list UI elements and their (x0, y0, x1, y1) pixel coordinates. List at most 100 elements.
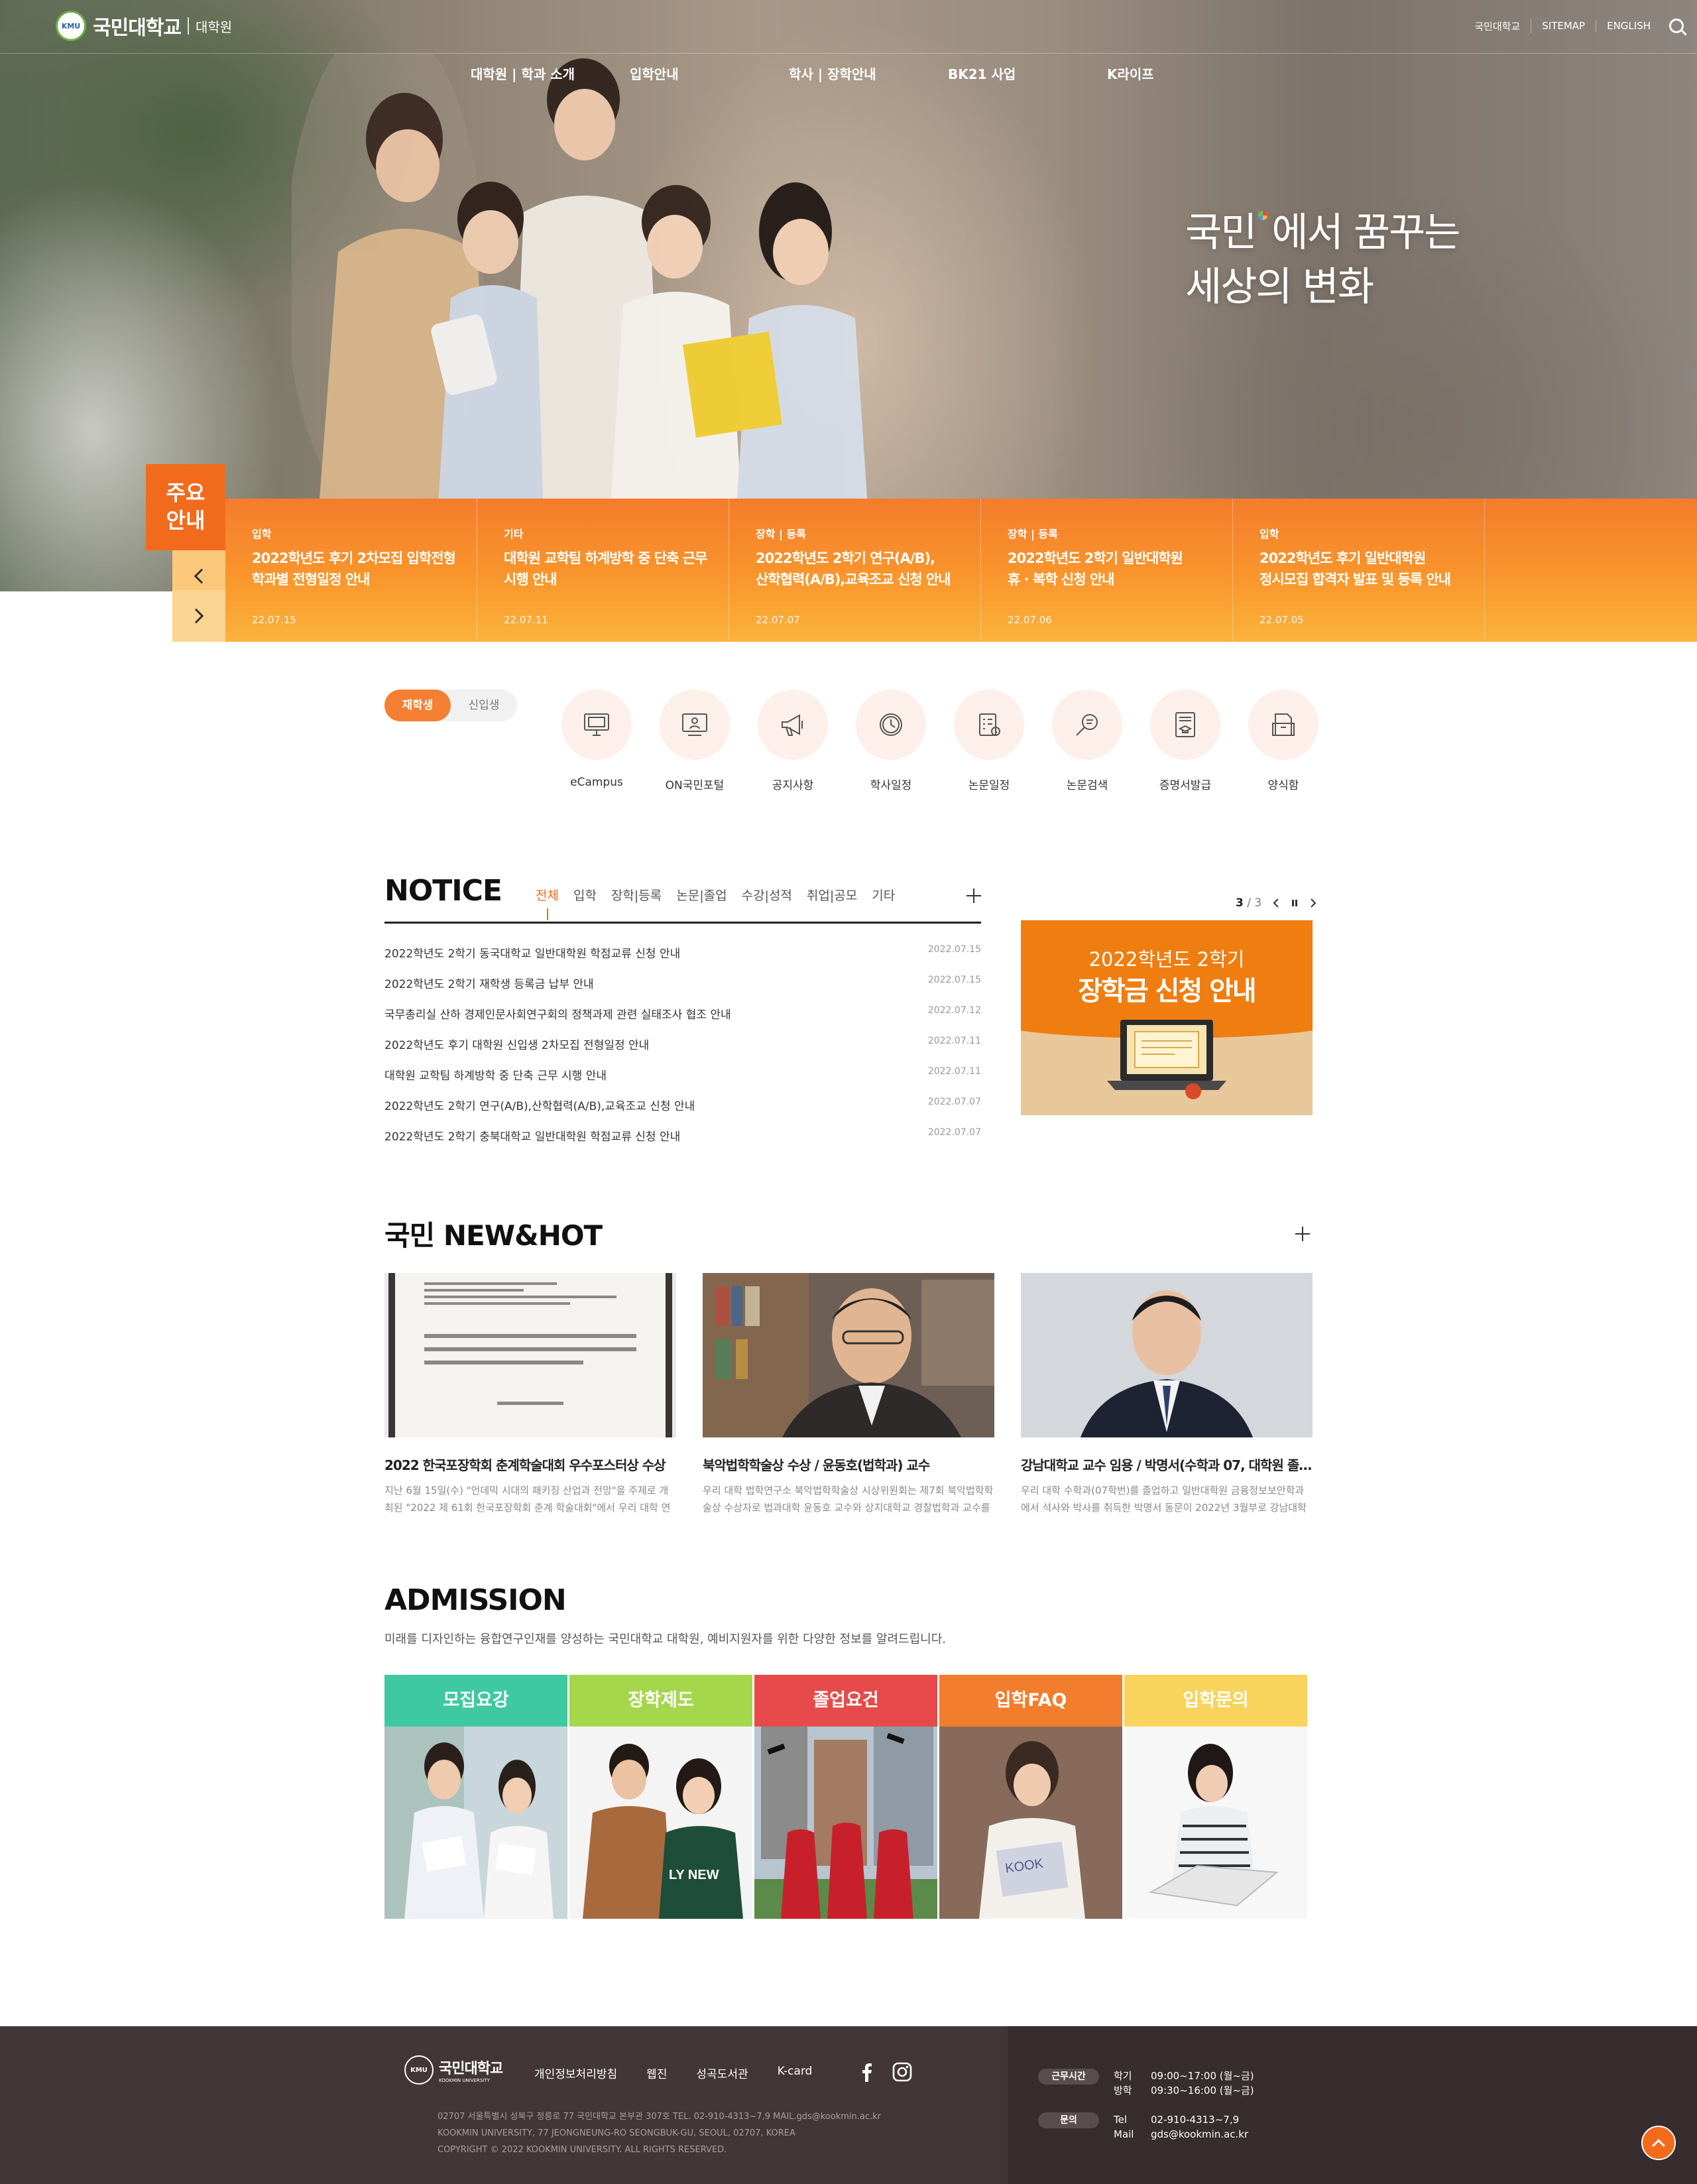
key-notice-next-button[interactable] (172, 590, 225, 642)
key-notice-title-line: 2022학년도 후기 2차모집 입학전형 (252, 550, 456, 566)
key-notice-item[interactable]: 입학 2022학년도 후기 일반대학원 정시모집 합격자 발표 및 등록 안내 2… (1233, 499, 1485, 642)
key-notice-date: 22.07.15 (252, 614, 296, 626)
admission-recruitment[interactable]: 모집요강 (384, 1675, 567, 1919)
quick-item-certificate[interactable]: 증명서발급 (1136, 690, 1234, 792)
util-link-english[interactable]: ENGLISH (1596, 20, 1661, 32)
quick-menu: eCampus ON국민포털 공지사항 학사일정 논문일정 논문검색 증명서발급… (548, 690, 1332, 792)
chevron-right-icon[interactable] (1309, 898, 1317, 908)
contact-value[interactable]: gds@kookmin.ac.kr (1151, 2127, 1248, 2142)
quick-item-label: 논문검색 (1066, 779, 1108, 792)
key-notice-item[interactable]: 장학 | 등록 2022학년도 2학기 일반대학원 휴 · 복학 신청 안내 22… (981, 499, 1233, 642)
students-cheering-photo: LY NEW (569, 1727, 752, 1919)
list-item[interactable]: 2022학년도 후기 대학원 신입생 2차모집 전형일정 안내 2022.07.1… (384, 1036, 981, 1066)
quick-item-forms[interactable]: 양식함 (1234, 690, 1332, 792)
newhot-card[interactable]: 강남대학교 교수 임용 / 박명서(수학과 07, 대학원 졸업) 우리 대학 … (1021, 1273, 1313, 1516)
toggle-current-students[interactable]: 재학생 (384, 690, 451, 721)
key-notice-item[interactable]: 기타 대학원 교학팀 하계방학 중 단축 근무 시행 안내 22.07.11 (477, 499, 729, 642)
key-notice-title-line: 대학원 교학팀 하계방학 중 단축 근무 (504, 550, 707, 566)
banner-current: 3 (1236, 896, 1244, 910)
newhot-card[interactable]: 북악법학학술상 수상 / 윤동호(법학과) 교수 우리 대학 법학연구소 북악법… (703, 1273, 994, 1516)
nav-item-admission[interactable]: 입학안내 (623, 64, 782, 83)
logo-name: 국민대학교 (93, 17, 182, 40)
util-link-sitemap[interactable]: SITEMAP (1531, 20, 1597, 32)
banner-total: 3 (1254, 896, 1262, 910)
footer-logo[interactable]: KMU 국민대학교 KOOKMIN UNIVERSITY (404, 2055, 503, 2085)
footer-address-line: 02707 서울특별시 성북구 정릉로 77 국민대학교 본부관 307호 TE… (438, 2112, 882, 2122)
key-notice-item[interactable]: 입학 2022학년도 후기 2차모집 입학전형 학과별 전형일정 안내 22.07… (225, 499, 477, 642)
list-item[interactable]: 국무총리실 산하 경제인문사회연구회의 정책과제 관련 실태조사 협조 안내 20… (384, 1005, 981, 1036)
quick-item-thesis-schedule[interactable]: 논문일정 (940, 690, 1038, 792)
newhot-more-plus-icon[interactable] (1295, 1227, 1310, 1241)
key-notice-item[interactable]: 장학 | 등록 2022학년도 2학기 연구(A/B), 산학협력(A/B),교육… (729, 499, 981, 642)
office-contact-tag: 문의 (1038, 2112, 1099, 2128)
list-item[interactable]: 2022학년도 2학기 동국대학교 일반대학원 학점교류 신청 안내 2022.0… (384, 944, 981, 975)
quick-item-ecampus[interactable]: eCampus (548, 690, 646, 792)
facebook-icon[interactable] (859, 2062, 874, 2082)
scholarship-banner[interactable]: 2022학년도 2학기 장학금 신청 안내 (1021, 920, 1313, 1115)
key-notice-title-line: 2022학년도 후기 일반대학원 (1259, 550, 1426, 566)
admission-scholarship[interactable]: 장학제도 LY NEW (569, 1675, 752, 1919)
site-logo[interactable]: KMU 국민대학교 대학원 (56, 11, 232, 41)
nav-item-bk21[interactable]: BK21 사업 (941, 64, 1100, 83)
student-holding-card-photo: KOOK (939, 1727, 1122, 1919)
admission-item-label: 입학문의 (1124, 1675, 1307, 1727)
tab-courses[interactable]: 수강|성적 (742, 886, 792, 904)
quick-item-label: ON국민포털 (665, 779, 725, 792)
key-notice-label: 주요 안내 (146, 464, 225, 550)
alumni-portrait-photo (1021, 1273, 1313, 1437)
tab-thesis[interactable]: 논문|졸업 (676, 886, 727, 904)
pause-icon[interactable] (1291, 898, 1299, 908)
key-notice-title-line: 2022학년도 2학기 연구(A/B), (756, 550, 935, 566)
footer-link-privacy[interactable]: 개인정보처리방침 (534, 2065, 617, 2081)
office-hours-tag: 근무시간 (1038, 2069, 1099, 2085)
notice-item-title: 대학원 교학팀 하계방학 중 단축 근무 시행 안내 (384, 1069, 607, 1083)
newhot-card[interactable]: 2022 한국포장학회 춘계학술대회 우수포스터상 수상 지난 6월 15일(수… (384, 1273, 676, 1516)
tab-scholarship[interactable]: 장학|등록 (611, 886, 662, 904)
newhot-card-desc: 지난 6월 15일(수) "언데믹 시대의 패키징 산업과 전망"을 주제로 개… (384, 1485, 671, 1514)
notice-item-title: 2022학년도 2학기 연구(A/B),산학협력(A/B),교육조교 신청 안내 (384, 1100, 695, 1113)
footer-copyright: COPYRIGHT © 2022 KOOKMIN UNIVERSITY. ALL… (438, 2145, 727, 2155)
admission-inquiry[interactable]: 입학문의 (1124, 1675, 1307, 1919)
admission-faq[interactable]: 입학FAQ KOOK (939, 1675, 1122, 1919)
nav-item-klife[interactable]: K라이프 (1100, 64, 1259, 83)
students-reading-photo (384, 1727, 567, 1919)
quick-item-portal[interactable]: ON국민포털 (646, 690, 744, 792)
search-icon[interactable] (1669, 19, 1684, 33)
key-notice-category: 장학 | 등록 (1008, 528, 1058, 540)
notice-item-date: 2022.07.15 (927, 944, 981, 955)
tab-all[interactable]: 전체 (536, 886, 559, 920)
list-item[interactable]: 2022학년도 2학기 연구(A/B),산학협력(A/B),교육조교 신청 안내… (384, 1097, 981, 1127)
quick-item-schedule[interactable]: 학사일정 (842, 690, 940, 792)
quick-item-label: 논문일정 (968, 779, 1010, 792)
footer-link-kcard[interactable]: K-card (778, 2065, 813, 2081)
key-notice-title-line: 휴 · 복학 신청 안내 (1008, 572, 1114, 587)
chevron-left-icon[interactable] (1272, 898, 1280, 908)
nav-item-about[interactable]: 대학원 | 학과 소개 (464, 64, 623, 83)
key-notice-title-line: 학과별 전형일정 안내 (252, 572, 371, 587)
office-contact: 문의 Tel 02-910-4313~7,9 Mail gds@kookmin.ac… (1038, 2112, 1254, 2142)
notice-item-date: 2022.07.15 (927, 975, 981, 985)
instagram-icon[interactable] (892, 2062, 912, 2082)
list-item[interactable]: 2022학년도 2학기 재학생 등록금 납부 안내 2022.07.15 (384, 975, 981, 1005)
nav-item-academic[interactable]: 학사 | 장학안내 (782, 64, 941, 83)
quick-item-notice[interactable]: 공지사항 (744, 690, 842, 792)
key-notice-date: 22.07.07 (756, 614, 800, 626)
toggle-new-students[interactable]: 신입생 (451, 690, 517, 721)
tab-jobs[interactable]: 취업|공모 (807, 886, 857, 904)
quick-item-label: eCampus (570, 776, 623, 789)
notice-more-plus-icon[interactable] (966, 888, 981, 903)
admission-graduation[interactable]: 졸업요건 (754, 1675, 937, 1919)
scroll-top-button[interactable] (1641, 2126, 1676, 2160)
footer-link-webzine[interactable]: 웹진 (646, 2065, 667, 2081)
list-item[interactable]: 2022학년도 2학기 충북대학교 일반대학원 학점교류 신청 안내 2022.0… (384, 1127, 981, 1158)
admission-menu: 모집요강 장학제도 LY NEW 졸업요건 입학FAQ KOOK 입학문의 (384, 1675, 1307, 1919)
tab-admission[interactable]: 입학 (573, 886, 597, 904)
newhot-card-title: 2022 한국포장학회 춘계학술대회 우수포스터상 수상 (384, 1457, 666, 1473)
footer-link-library[interactable]: 성곡도서관 (696, 2065, 748, 2081)
newhot-title-a: 국민 (384, 1219, 435, 1252)
util-link-university[interactable]: 국민대학교 (1464, 19, 1532, 33)
list-item[interactable]: 대학원 교학팀 하계방학 중 단축 근무 시행 안내 2022.07.11 (384, 1066, 981, 1097)
award-document-photo (384, 1273, 676, 1437)
quick-item-thesis-search[interactable]: 논문검색 (1038, 690, 1136, 792)
tab-etc[interactable]: 기타 (872, 886, 895, 904)
